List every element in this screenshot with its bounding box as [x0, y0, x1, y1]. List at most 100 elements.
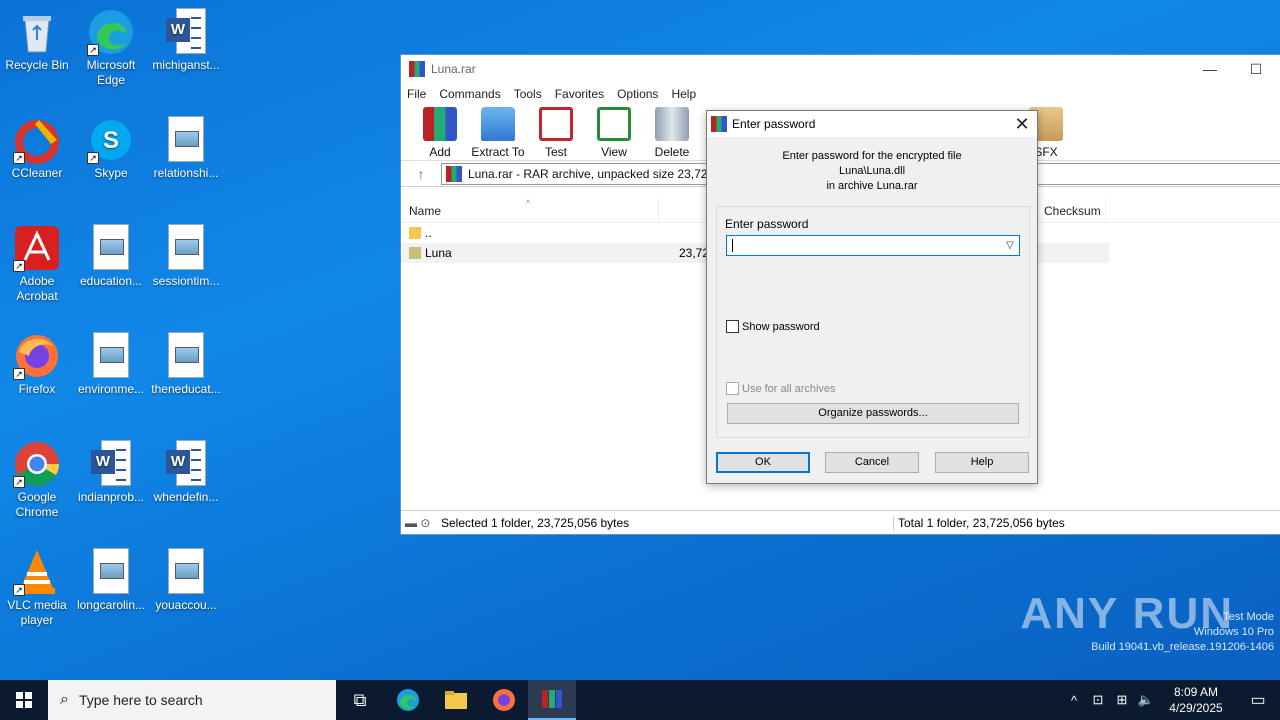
desktop-icon-label: education...: [79, 274, 143, 288]
dialog-titlebar[interactable]: Enter password ✕: [707, 111, 1037, 137]
desktop-icon-indianprob[interactable]: W indianprob...: [75, 440, 147, 505]
file-name: ..: [425, 226, 432, 240]
up-arrow-icon[interactable]: ↑: [401, 166, 441, 182]
column-name-label: Name: [409, 203, 442, 218]
image-file-icon: [93, 548, 129, 594]
firefox-icon: ↗: [13, 332, 61, 380]
menu-options[interactable]: Options: [617, 87, 658, 101]
column-name[interactable]: Name ^: [401, 198, 659, 223]
show-password-label: Show password: [742, 320, 820, 333]
taskbar-file-explorer[interactable]: [432, 680, 480, 720]
minimize-button[interactable]: —: [1187, 61, 1233, 78]
help-button[interactable]: Help: [935, 452, 1029, 473]
desktop-icon-education[interactable]: education...: [75, 224, 147, 289]
task-view-icon: ⧉: [353, 689, 367, 710]
winrar-title: Luna.rar: [431, 62, 476, 76]
image-file-icon: [168, 332, 204, 378]
chevron-up-icon[interactable]: ^: [1062, 693, 1086, 708]
volume-icon[interactable]: 🔈: [1134, 692, 1158, 708]
taskbar-firefox[interactable]: [480, 680, 528, 720]
desktop-icon-acrobat[interactable]: ↗ Adobe Acrobat: [1, 224, 73, 304]
message-line-2: Luna\Luna.dll: [838, 165, 906, 177]
taskbar-edge[interactable]: [384, 680, 432, 720]
desktop-icon-vlc[interactable]: ↗ VLC media player: [1, 548, 73, 628]
desktop-icon-label: VLC media player: [7, 598, 67, 627]
recycle-bin-icon: [13, 8, 61, 56]
desktop-icon-sessiontim[interactable]: sessiontim...: [150, 224, 222, 289]
notification-icon[interactable]: ▭: [1236, 690, 1280, 710]
chevron-down-icon[interactable]: ▽: [1001, 236, 1019, 255]
organize-passwords-button[interactable]: Organize passwords...: [727, 403, 1019, 424]
status-bar: ▬ ⊙ Selected 1 folder, 23,725,056 bytes …: [401, 510, 1280, 534]
winrar-titlebar[interactable]: Luna.rar — ☐: [401, 55, 1280, 83]
extract-folder-icon: [481, 107, 515, 141]
clock[interactable]: 8:09 AM 4/29/2025: [1166, 684, 1226, 716]
desktop-icon-firefox[interactable]: ↗ Firefox: [1, 332, 73, 397]
image-file-icon: [168, 116, 204, 162]
taskbar-search-box[interactable]: ⌕ Type here to search: [48, 680, 336, 720]
view-button[interactable]: View: [585, 105, 643, 160]
desktop-icon-chrome[interactable]: ↗ Google Chrome: [1, 440, 73, 520]
edge-icon: [397, 689, 419, 711]
add-button[interactable]: Add: [411, 105, 469, 160]
image-file-icon: [93, 332, 129, 378]
test-label: Test: [544, 145, 567, 159]
network-icon[interactable]: ⊞: [1110, 692, 1134, 708]
desktop-icon-label: CCleaner: [11, 166, 63, 180]
desktop-icon-whendefin[interactable]: W whendefin...: [150, 440, 222, 505]
device-icon[interactable]: ⊡: [1086, 692, 1110, 708]
checkbox-box[interactable]: [726, 320, 739, 333]
column-checksum[interactable]: Checksum: [1036, 198, 1106, 223]
desktop-icon-label: relationshi...: [153, 166, 219, 180]
use-for-all-archives-checkbox[interactable]: Use for all archives: [726, 382, 836, 395]
menu-favorites[interactable]: Favorites: [555, 87, 604, 101]
desktop-icon-label: whendefin...: [153, 490, 219, 504]
winrar-app-icon: [409, 61, 425, 77]
status-total: Total 1 folder, 23,725,056 bytes: [893, 515, 1065, 530]
desktop-icon-ccleaner[interactable]: ↗ CCleaner: [1, 116, 73, 181]
checkbox-box[interactable]: [726, 382, 739, 395]
text-caret: [732, 239, 733, 252]
show-password-checkbox[interactable]: Show password: [726, 320, 820, 333]
task-view-button[interactable]: ⧉: [336, 680, 384, 720]
menu-help[interactable]: Help: [671, 87, 696, 101]
desktop-icon-michiganst[interactable]: W michiganst...: [150, 8, 222, 73]
clock-time: 8:09 AM: [1173, 685, 1219, 699]
desktop-icon-theneducat[interactable]: theneducat...: [150, 332, 222, 397]
desktop-icon-youaccou[interactable]: youaccou...: [150, 548, 222, 613]
maximize-button[interactable]: ☐: [1233, 61, 1279, 78]
drive-icons: ▬ ⊙: [405, 515, 431, 530]
ok-button[interactable]: OK: [716, 452, 810, 473]
delete-button[interactable]: Delete: [643, 105, 701, 160]
desktop-icon-longcarolin[interactable]: longcarolin...: [75, 548, 147, 613]
desktop-icon-edge[interactable]: ↗ Microsoft Edge: [75, 8, 147, 88]
cancel-button[interactable]: Cancel: [825, 452, 919, 473]
desktop-icon-skype[interactable]: S ↗ Skype: [75, 116, 147, 181]
taskbar-winrar[interactable]: [528, 680, 576, 720]
delete-label: Delete: [654, 145, 690, 159]
password-input[interactable]: ▽: [726, 235, 1020, 256]
svg-text:S: S: [103, 127, 119, 154]
use-for-all-label: Use for all archives: [742, 382, 836, 395]
acrobat-icon: ↗: [13, 224, 61, 272]
add-archive-icon: [423, 107, 457, 141]
word-doc-icon: W: [166, 8, 206, 54]
desktop-icon-label: Adobe Acrobat: [16, 274, 58, 303]
menu-tools[interactable]: Tools: [514, 87, 542, 101]
sort-arrow-icon: ^: [526, 197, 531, 208]
start-button[interactable]: [0, 680, 48, 720]
desktop-icon-label: michiganst...: [152, 58, 220, 72]
menu-file[interactable]: File: [407, 87, 426, 101]
enter-password-dialog: Enter password ✕ Enter password for the …: [706, 110, 1038, 484]
trash-can-icon: [655, 107, 689, 141]
test-button[interactable]: Test: [527, 105, 585, 160]
close-icon[interactable]: ✕: [1007, 114, 1037, 135]
desktop-icon-relationshi[interactable]: relationshi...: [150, 116, 222, 181]
search-placeholder: Type here to search: [78, 692, 203, 708]
desktop-icon-environme[interactable]: environme...: [75, 332, 147, 397]
desktop-icon-recycle-bin[interactable]: Recycle Bin: [1, 8, 73, 73]
menu-commands[interactable]: Commands: [439, 87, 500, 101]
extract-to-button[interactable]: Extract To: [469, 105, 527, 160]
word-doc-icon: W: [166, 440, 206, 486]
test-checklist-icon: [539, 107, 573, 141]
